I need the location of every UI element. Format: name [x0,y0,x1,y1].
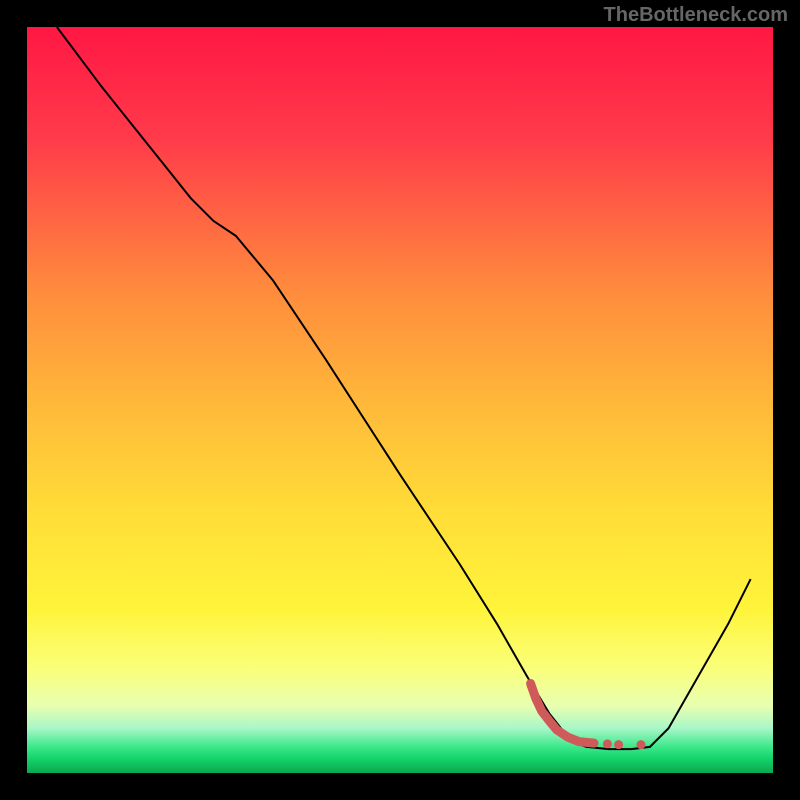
chart-container: TheBottleneck.com [0,0,800,800]
chart-svg [0,0,800,800]
watermark-text: TheBottleneck.com [604,4,788,27]
accent-dot [603,739,612,748]
accent-dot [614,740,623,749]
accent-dot [636,740,645,749]
gradient-background [27,27,773,773]
